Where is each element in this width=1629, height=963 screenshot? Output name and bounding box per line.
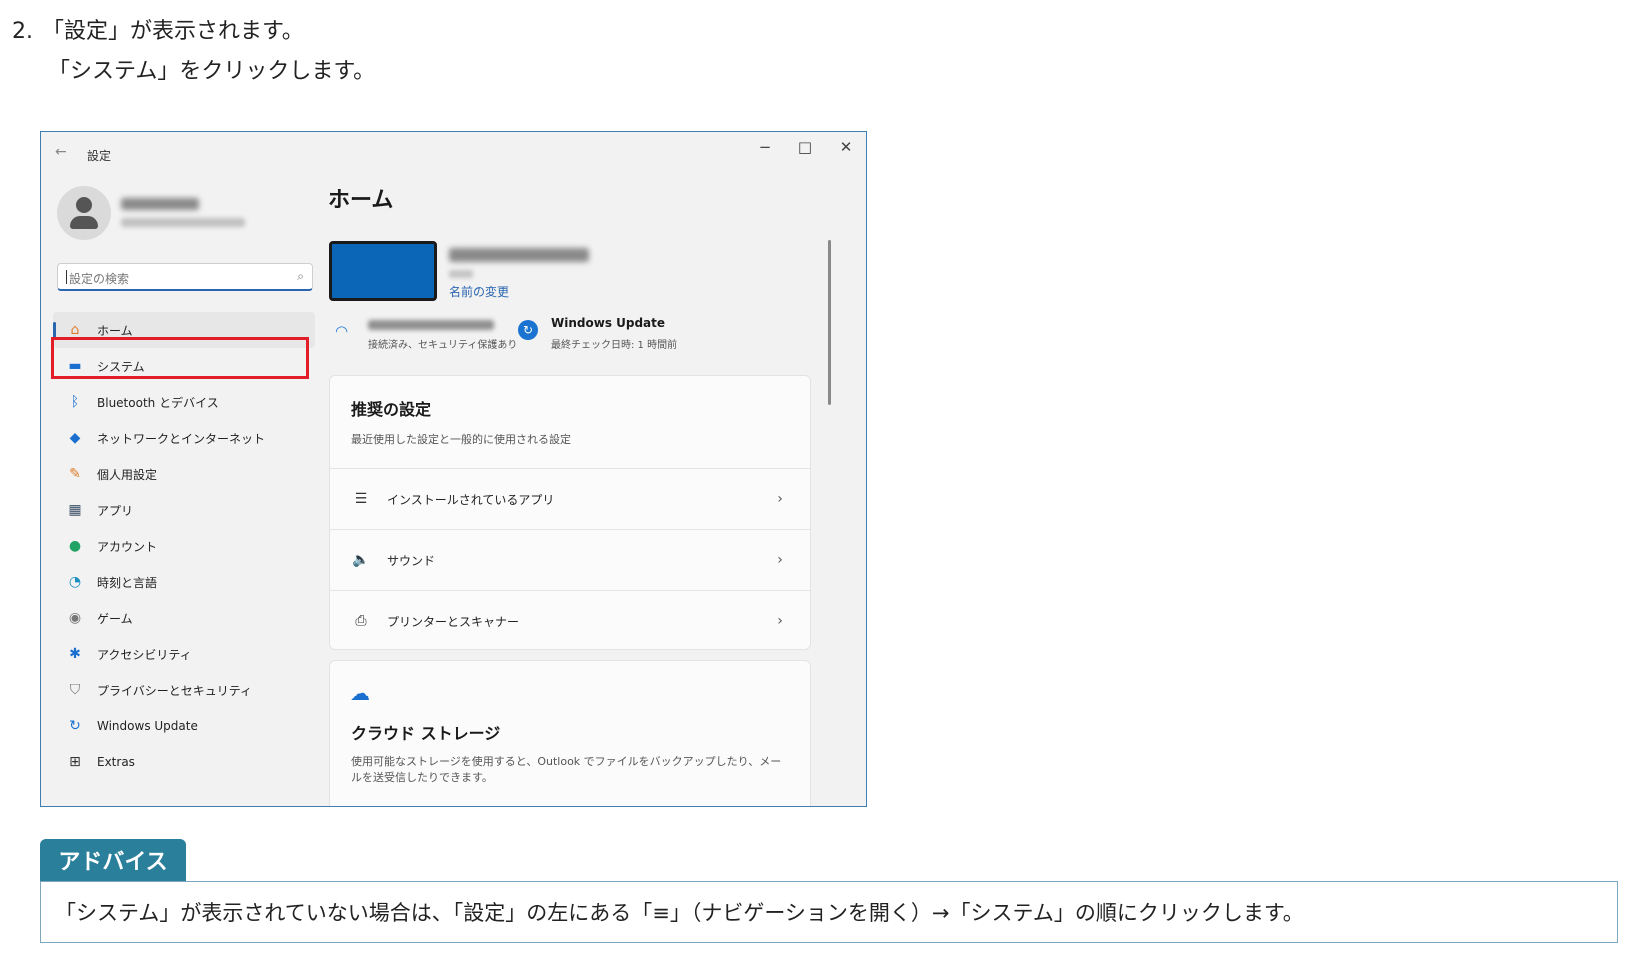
blurred-user-name	[121, 198, 199, 210]
list-icon: ☰	[354, 491, 368, 507]
window-title: 設定	[87, 149, 112, 163]
recommended-subtitle: 最近使用した設定と一般的に使用される設定	[351, 433, 571, 446]
cloud-icon: ☁	[350, 681, 370, 705]
sidebar-item-5[interactable]: ▦ アプリ	[53, 492, 315, 528]
recommended-row[interactable]: ⎙ プリンターとスキャナー ›	[330, 590, 810, 649]
text-cursor	[66, 270, 67, 284]
sidebar-item-label: Windows Update	[97, 719, 198, 733]
advice-text: 「システム」が表示されていない場合は、「設定」の左にある「≡」（ナビゲーションを…	[40, 881, 1618, 943]
recommended-row-label: プリンターとスキャナー	[387, 614, 520, 629]
sidebar-item-label: 個人用設定	[97, 467, 158, 482]
cloud-subtitle: 使用可能なストレージを使用すると、Outlook でファイルをバックアップしたり…	[351, 755, 782, 784]
sidebar-item-2[interactable]: ᛒ Bluetooth とデバイス	[53, 384, 315, 420]
recommended-row-label: インストールされているアプリ	[387, 492, 555, 507]
sidebar-item-label: Bluetooth とデバイス	[97, 395, 219, 410]
sidebar-item-4[interactable]: ✎ 個人用設定	[53, 456, 315, 492]
settings-window-screenshot: ← 設定 − □ ✕ 設定の検索 ⌕ ⌂ ホーム ▬ システム ᛒ Bluetooth と…	[40, 131, 867, 807]
title-bar: ← 設定 − □ ✕	[41, 132, 866, 172]
search-input[interactable]: 設定の検索 ⌕	[57, 263, 313, 291]
sidebar-nav: ⌂ ホーム ▬ システム ᛒ Bluetooth とデバイス ◆ ネットワークとインターネット…	[53, 312, 315, 780]
step-text-2: 「システム」をクリックします。	[48, 59, 376, 84]
sidebar-item-label: ホーム	[97, 323, 133, 338]
sidebar-item-12[interactable]: ⊞ Extras	[53, 744, 315, 780]
apps-icon: ▦	[68, 502, 82, 518]
sidebar-item-label: プライバシーとセキュリティ	[97, 683, 253, 698]
step-number: 2.	[12, 19, 33, 44]
globe-clock-icon: ◔	[68, 574, 82, 590]
sidebar-item-8[interactable]: ◉ ゲーム	[53, 600, 315, 636]
blurred-device-name	[449, 248, 589, 262]
sidebar-item-label: 時刻と言語	[97, 575, 158, 590]
search-placeholder: 設定の検索	[69, 272, 130, 286]
chevron-right-icon: ›	[777, 552, 783, 568]
blurred-user-email	[121, 218, 245, 227]
windows-update-icon: ↻	[518, 320, 538, 340]
sidebar-item-11[interactable]: ↻ Windows Update	[53, 708, 315, 744]
wifi-icon: ◠	[335, 322, 349, 340]
search-icon: ⌕	[297, 269, 304, 283]
user-profile[interactable]	[57, 186, 111, 240]
speaker-icon: 🔈	[352, 552, 370, 568]
minimize-button[interactable]: −	[755, 138, 775, 156]
chevron-right-icon: ›	[777, 613, 783, 629]
update-subtitle: 最終チェック日時: 1 時間前	[551, 340, 678, 351]
maximize-button[interactable]: □	[795, 138, 815, 156]
avatar	[57, 186, 111, 240]
sidebar-item-3[interactable]: ◆ ネットワークとインターネット	[53, 420, 315, 456]
page-title: ホーム	[328, 188, 394, 213]
recommended-row[interactable]: ☰ インストールされているアプリ ›	[330, 468, 810, 529]
account-icon: ●	[68, 538, 82, 554]
wifi-status: 接続済み、セキュリティ保護あり	[368, 340, 518, 351]
blurred-device-model	[449, 270, 473, 278]
rename-link[interactable]: 名前の変更	[449, 283, 509, 300]
sidebar-item-10[interactable]: ⛉ プライバシーとセキュリティ	[53, 672, 315, 708]
close-button[interactable]: ✕	[836, 138, 856, 156]
back-arrow-icon[interactable]: ←	[55, 144, 67, 160]
step-instructions: 2. 「設定」が表示されます。 「システム」をクリックします。	[12, 12, 375, 92]
sidebar-item-label: Extras	[97, 755, 135, 769]
recommended-row[interactable]: 🔈 サウンド ›	[330, 529, 810, 590]
scrollbar[interactable]	[828, 240, 831, 405]
accessibility-icon: ✱	[69, 646, 81, 662]
sidebar-item-label: ゲーム	[97, 611, 133, 626]
sidebar-item-label: アクセシビリティ	[97, 647, 192, 662]
step-text-1: 「設定」が表示されます。	[42, 19, 304, 44]
advice-label: アドバイス	[40, 839, 186, 881]
recommended-settings-card: 推奨の設定 最近使用した設定と一般的に使用される設定 ☰ インストールされているア…	[329, 375, 811, 650]
shield-icon: ⛉	[69, 682, 81, 698]
sidebar-item-label: アカウント	[97, 539, 158, 554]
printer-icon: ⎙	[355, 613, 367, 629]
sidebar-item-label: アプリ	[97, 503, 134, 518]
cloud-storage-card: ☁ クラウド ストレージ 使用可能なストレージを使用すると、Outlook でフ…	[329, 660, 811, 806]
bluetooth-icon: ᛒ	[70, 394, 80, 410]
blurred-network-name	[368, 320, 494, 330]
network-icon: ◆	[69, 430, 81, 446]
step-line-1: 2. 「設定」が表示されます。	[12, 12, 375, 52]
device-image	[329, 241, 437, 301]
windows-update-icon: ↻	[69, 718, 81, 734]
sidebar-item-7[interactable]: ◔ 時刻と言語	[53, 564, 315, 600]
gamepad-icon: ◉	[68, 610, 82, 626]
sidebar-item-9[interactable]: ✱ アクセシビリティ	[53, 636, 315, 672]
recommended-row-label: サウンド	[387, 553, 436, 568]
sidebar-item-6[interactable]: ● アカウント	[53, 528, 315, 564]
system-highlight-box	[51, 337, 309, 379]
extras-icon: ⊞	[69, 754, 81, 770]
chevron-right-icon: ›	[777, 491, 783, 507]
brush-icon: ✎	[69, 466, 81, 482]
recommended-title: 推奨の設定	[351, 400, 432, 419]
cloud-title: クラウド ストレージ	[351, 724, 501, 743]
update-title[interactable]: Windows Update	[551, 316, 665, 330]
sidebar-item-label: ネットワークとインターネット	[97, 431, 266, 446]
